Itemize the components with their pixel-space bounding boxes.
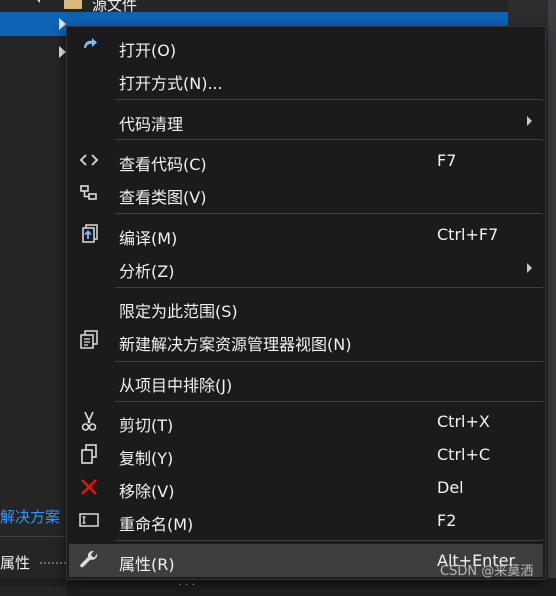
bottom-clip-text: ᐧ ᐧ ᐧ xyxy=(178,578,195,592)
menu-item-shortcut: F7 xyxy=(437,151,457,170)
menu-item-label: 移除(V) xyxy=(119,482,175,501)
menu-item-shortcut: Del xyxy=(437,478,464,497)
submenu-arrow-icon xyxy=(527,263,532,273)
rename-icon xyxy=(79,513,99,527)
open-redo-icon xyxy=(84,38,97,48)
menu-item-shortcut: Ctrl+X xyxy=(437,412,490,431)
menu-item-compile[interactable]: 编译(M) Ctrl+F7 xyxy=(69,218,543,251)
menu-item-label: 限定为此范围(S) xyxy=(119,302,238,321)
panel-divider xyxy=(0,536,66,537)
menu-item-label: 剪切(T) xyxy=(119,416,174,435)
copy-icon xyxy=(81,444,97,464)
menu-item-label: 查看类图(V) xyxy=(119,188,207,207)
menu-item-label: 编译(M) xyxy=(119,229,178,248)
menu-item-shortcut: Ctrl+F7 xyxy=(437,225,499,244)
menu-separator xyxy=(115,213,543,214)
scrollbar-edge xyxy=(548,0,556,586)
menu-separator xyxy=(115,99,543,100)
menu-item-open[interactable]: 打开(O) xyxy=(69,30,543,63)
menu-item-label: 打开方式(N)... xyxy=(119,74,223,93)
class-diagram-icon xyxy=(80,185,97,200)
menu-item-exclude-from-project[interactable]: 从项目中排除(J) xyxy=(69,365,543,398)
remove-icon xyxy=(81,479,97,495)
menu-item-cut[interactable]: 剪切(T) Ctrl+X xyxy=(69,405,543,438)
tree-row-top: 源文件 xyxy=(0,0,508,14)
tree-collapse-arrow-icon[interactable] xyxy=(59,18,66,30)
menu-item-label: 查看代码(C) xyxy=(119,155,207,174)
menu-item-shortcut: Ctrl+C xyxy=(437,445,491,464)
tab-solution-explorer[interactable]: 解决方案 xyxy=(0,506,60,527)
tree-expand-icon[interactable] xyxy=(34,0,40,3)
context-menu: 打开(O) 打开方式(N)... 代码清理 查看代码(C) F7 查看类图(V) xyxy=(66,26,546,580)
panel-grip xyxy=(40,562,66,566)
menu-separator xyxy=(115,540,543,541)
panel-properties-title: 属性 xyxy=(0,554,31,572)
submenu-arrow-icon xyxy=(527,116,532,126)
menu-item-label: 从项目中排除(J) xyxy=(119,376,233,395)
menu-separator xyxy=(115,361,543,362)
menu-item-shortcut: F2 xyxy=(437,511,457,530)
menu-item-remove[interactable]: 移除(V) Del xyxy=(69,471,543,504)
menu-item-view-class-diagram[interactable]: 查看类图(V) xyxy=(69,177,543,210)
tree-collapse-arrow-icon[interactable] xyxy=(59,46,66,58)
menu-item-label: 复制(Y) xyxy=(119,449,174,468)
folder-icon xyxy=(64,0,82,9)
menu-item-rename[interactable]: 重命名(M) F2 xyxy=(69,504,543,537)
menu-separator xyxy=(115,287,543,288)
wrench-icon xyxy=(80,550,98,568)
compile-icon xyxy=(82,224,98,243)
menu-item-label: 重命名(M) xyxy=(119,515,194,534)
menu-item-copy[interactable]: 复制(Y) Ctrl+C xyxy=(69,438,543,471)
code-brackets-icon xyxy=(79,154,99,166)
menu-separator xyxy=(115,139,543,140)
menu-item-code-cleanup[interactable]: 代码清理 xyxy=(69,104,543,137)
menu-item-scope-to-this[interactable]: 限定为此范围(S) xyxy=(69,291,543,324)
menu-separator xyxy=(115,401,543,402)
watermark: CSDN @来莫洒 xyxy=(440,564,534,579)
new-view-icon xyxy=(80,330,98,349)
menu-item-label: 代码清理 xyxy=(119,115,184,134)
menu-item-label: 分析(Z) xyxy=(119,262,175,281)
menu-item-view-code[interactable]: 查看代码(C) F7 xyxy=(69,144,543,177)
menu-item-new-explorer-view[interactable]: 新建解决方案资源管理器视图(N) xyxy=(69,324,543,357)
menu-item-label: 新建解决方案资源管理器视图(N) xyxy=(119,335,352,354)
menu-item-label: 属性(R) xyxy=(119,555,175,574)
cut-icon xyxy=(81,411,97,431)
menu-item-label: 打开(O) xyxy=(119,41,177,60)
menu-item-analyze[interactable]: 分析(Z) xyxy=(69,251,543,284)
menu-item-open-with[interactable]: 打开方式(N)... xyxy=(69,63,543,96)
